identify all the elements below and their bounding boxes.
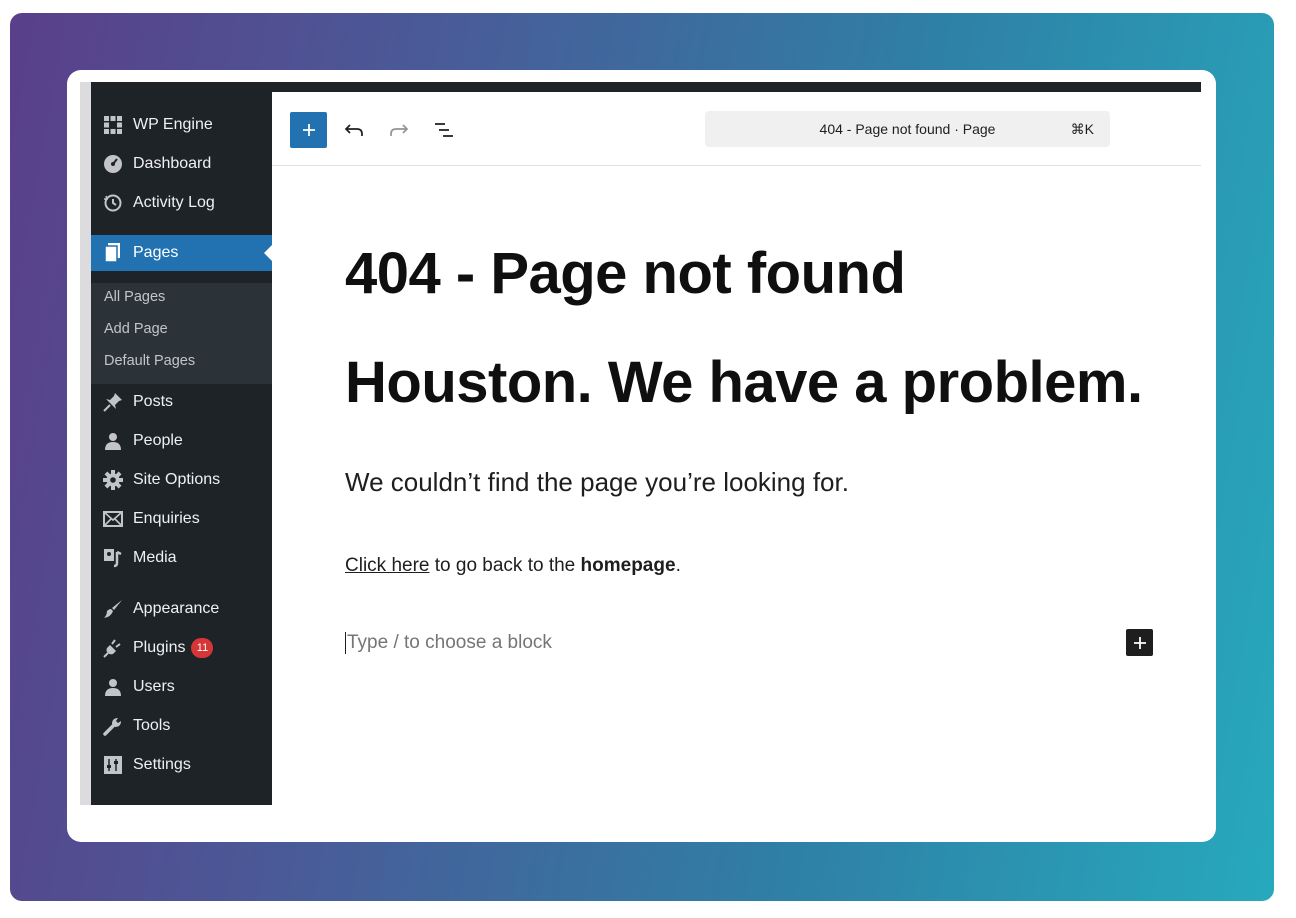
empty-block-placeholder[interactable]: Type / to choose a block — [345, 632, 552, 654]
list-view-icon — [435, 123, 453, 137]
submenu-item-all-pages[interactable]: All Pages — [104, 289, 165, 305]
admin-bar — [91, 82, 1201, 92]
sidebar-item-label: Activity Log — [133, 194, 215, 211]
media-icon — [91, 548, 133, 568]
sidebar-item-label: Site Options — [133, 471, 221, 488]
submenu-item-add-page[interactable]: Add Page — [104, 321, 168, 337]
link-text-end: . — [675, 555, 681, 576]
sliders-icon — [91, 756, 133, 774]
gear-icon — [91, 470, 133, 490]
history-clock-icon — [91, 193, 133, 213]
sidebar-item-label: People — [133, 432, 183, 449]
sidebar-item-pages[interactable]: Pages — [91, 235, 272, 271]
submenu-item-default-pages[interactable]: Default Pages — [104, 353, 195, 369]
sidebar-item-plugins[interactable]: Plugins 11 — [91, 630, 272, 666]
inline-add-block-button[interactable] — [1126, 629, 1153, 656]
sidebar-item-label: Plugins — [133, 639, 186, 656]
sidebar-item-label: Media — [133, 549, 177, 566]
wp-admin-window: WP Engine Dashboard Activity Log Pages A… — [80, 82, 1201, 805]
undo-icon — [344, 124, 363, 136]
homepage-link-paragraph[interactable]: Click here to go back to the homepage. — [345, 555, 681, 577]
plus-icon — [1133, 636, 1146, 649]
sidebar-item-appearance[interactable]: Appearance — [91, 591, 272, 627]
pin-icon — [91, 392, 133, 412]
sidebar-item-site-options[interactable]: Site Options — [91, 462, 272, 498]
sidebar-item-label: Pages — [133, 244, 179, 261]
sidebar-item-dashboard[interactable]: Dashboard — [91, 146, 272, 182]
sidebar-item-label: Enquiries — [133, 510, 200, 527]
dashboard-gauge-icon — [91, 154, 133, 174]
sidebar-item-label: Settings — [133, 756, 191, 773]
pages-icon — [91, 243, 133, 263]
document-title: 404 - Page not found · Page — [819, 121, 996, 137]
redo-button[interactable] — [387, 118, 411, 142]
sidebar-item-settings[interactable]: Settings — [91, 747, 272, 783]
sidebar-item-users[interactable]: Users — [91, 669, 272, 705]
sidebar-item-media[interactable]: Media — [91, 540, 272, 576]
sidebar-item-activity-log[interactable]: Activity Log — [91, 185, 272, 221]
admin-sidebar: WP Engine Dashboard Activity Log Pages A… — [91, 92, 272, 805]
editor-toolbar: 404 - Page not found · Page ⌘K — [272, 92, 1201, 166]
subheading[interactable]: Houston. We have a problem. — [345, 349, 1143, 416]
sidebar-item-label: Dashboard — [133, 155, 212, 172]
page-heading[interactable]: 404 - Page not found — [345, 240, 906, 307]
undo-button[interactable] — [342, 118, 366, 142]
add-block-button[interactable] — [290, 112, 327, 148]
person-icon — [91, 432, 133, 450]
paragraph-block[interactable]: We couldn’t find the page you’re looking… — [345, 467, 849, 498]
sidebar-item-label: Tools — [133, 717, 171, 734]
pages-submenu: All Pages Add Page Default Pages — [91, 283, 272, 384]
wp-engine-grid-icon — [91, 116, 133, 134]
sidebar-item-enquiries[interactable]: Enquiries — [91, 501, 272, 537]
redo-icon — [390, 124, 409, 136]
block-editor: 404 - Page not found · Page ⌘K 404 - Pag… — [272, 92, 1201, 805]
document-overview-button[interactable] — [432, 118, 456, 142]
sidebar-item-people[interactable]: People — [91, 423, 272, 459]
person-icon — [91, 678, 133, 696]
plug-icon — [91, 638, 133, 658]
sidebar-item-label: Posts — [133, 393, 174, 410]
sidebar-item-label: Appearance — [133, 600, 220, 617]
plugins-update-badge: 11 — [191, 638, 214, 658]
sidebar-item-label: WP Engine — [133, 116, 213, 133]
link-text-middle: to go back to the — [429, 555, 581, 576]
sidebar-item-label: Users — [133, 678, 175, 695]
paintbrush-icon — [91, 599, 133, 619]
sidebar-item-posts[interactable]: Posts — [91, 384, 272, 420]
wrench-icon — [91, 716, 133, 736]
click-here-link[interactable]: Click here — [345, 555, 429, 576]
command-palette-bar[interactable]: 404 - Page not found · Page ⌘K — [705, 111, 1110, 147]
homepage-bold: homepage — [580, 555, 676, 576]
envelope-icon — [91, 511, 133, 527]
plus-icon — [302, 124, 315, 136]
window-edge — [80, 82, 91, 805]
sidebar-item-wp-engine[interactable]: WP Engine — [91, 107, 272, 143]
sidebar-item-tools[interactable]: Tools — [91, 708, 272, 744]
keyboard-shortcut: ⌘K — [1070, 121, 1094, 137]
